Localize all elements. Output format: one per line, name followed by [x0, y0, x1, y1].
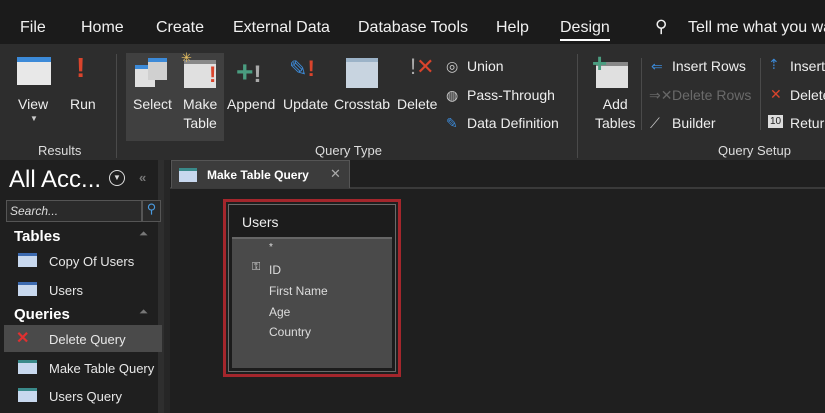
crosstab-icon [346, 58, 378, 88]
collapse-tables-icon[interactable]: ⏶ [139, 228, 148, 241]
nav-item-query[interactable]: Users Query [4, 382, 162, 409]
collapse-pane-icon[interactable]: « [139, 170, 146, 185]
field-id[interactable]: ID [269, 263, 281, 277]
menu-database-tools[interactable]: Database Tools [358, 19, 468, 37]
return-icon: 10 [768, 115, 784, 128]
nav-item-table[interactable]: Copy Of Users [4, 247, 162, 274]
tell-me-input[interactable]: Tell me what you wa [688, 19, 825, 37]
table-icon [18, 253, 37, 267]
insert-columns-icon: ⇡ [768, 56, 780, 72]
menu-home[interactable]: Home [81, 19, 124, 37]
delete-columns-icon: ✕ [770, 86, 782, 102]
update-button[interactable]: Update [283, 95, 328, 114]
nav-item-query-selected[interactable]: ✕ Delete Query [4, 325, 162, 352]
search-input[interactable]: Search... [6, 200, 142, 222]
field-all[interactable]: * [269, 242, 273, 253]
query-setup-group-label: Query Setup [718, 143, 791, 158]
tables-section-header[interactable]: Tables [14, 228, 60, 245]
select-button[interactable]: Select [133, 95, 172, 114]
data-definition-icon: ✎ [446, 115, 458, 131]
run-button[interactable]: Run [70, 95, 96, 114]
delete-rows-icon: ⇒✕ [649, 87, 673, 103]
delete-button[interactable]: Delete [397, 95, 437, 114]
table-icon [18, 282, 37, 296]
nav-menu-dropdown-icon[interactable]: ▼ [109, 170, 125, 186]
return-field[interactable]: Return [790, 115, 825, 131]
query-design-area: Make Table Query ✕ Users * ⚿ ID First Na… [170, 160, 825, 413]
ribbon: View ▼ ! Run Results Select ✳ ! Make Tabl… [0, 44, 825, 160]
add-tables-button[interactable]: Add Tables [595, 95, 635, 133]
field-list-title: Users [242, 214, 279, 230]
users-field-list[interactable]: Users * ⚿ ID First Name Age Country [223, 199, 401, 377]
insert-columns-button[interactable]: Insert [790, 58, 825, 74]
field-list-body: * ⚿ ID First Name Age Country [232, 237, 392, 368]
nav-item-query[interactable]: Make Table Query [4, 354, 162, 381]
union-button[interactable]: Union [467, 58, 504, 74]
view-table-icon [17, 57, 51, 85]
chevron-down-icon: ▼ [30, 114, 38, 123]
menu-file[interactable]: File [20, 19, 46, 37]
query-type-group-label: Query Type [315, 143, 382, 158]
menu-design[interactable]: Design [560, 19, 610, 41]
query-icon [18, 388, 37, 402]
insert-rows-icon: ⇐ [651, 58, 663, 74]
menu-bar: File Home Create External Data Database … [0, 0, 825, 44]
insert-rows-button[interactable]: Insert Rows [672, 58, 746, 74]
globe-icon: ◍ [446, 87, 459, 103]
collapse-queries-icon[interactable]: ⏶ [139, 306, 148, 319]
delete-rows-button[interactable]: Delete Rows [672, 87, 751, 103]
close-tab-icon[interactable]: ✕ [330, 166, 341, 182]
query-icon [179, 168, 197, 182]
crosstab-button[interactable]: Crosstab [334, 95, 390, 114]
field-age[interactable]: Age [269, 305, 290, 319]
make-table-button[interactable]: Make Table [183, 95, 217, 133]
nav-title[interactable]: All Acc... [9, 166, 101, 194]
run-icon: ! [76, 52, 86, 83]
navigation-pane: All Acc... ▼ « Search... ⚲ Tables ⏶ Copy… [0, 160, 164, 413]
query-icon [18, 360, 37, 374]
tab-make-table-query[interactable]: Make Table Query ✕ [171, 160, 350, 188]
builder-icon: ⟋ [650, 115, 660, 131]
append-icon: +! [236, 56, 262, 89]
nav-item-table[interactable]: Users [4, 276, 162, 303]
delete-columns-button[interactable]: Delete [790, 87, 825, 103]
results-group-label: Results [38, 143, 82, 158]
union-icon: ◎ [446, 58, 459, 74]
pass-through-button[interactable]: Pass-Through [467, 87, 555, 103]
field-first-name[interactable]: First Name [269, 284, 328, 298]
view-button[interactable]: View [18, 95, 48, 114]
field-country[interactable]: Country [269, 325, 311, 339]
menu-create[interactable]: Create [156, 19, 204, 37]
data-definition-button[interactable]: Data Definition [467, 115, 559, 131]
delete-query-icon: !✕ [410, 54, 435, 79]
search-icon: ⚲ [655, 17, 668, 36]
search-icon[interactable]: ⚲ [142, 200, 161, 222]
queries-section-header[interactable]: Queries [14, 306, 70, 323]
primary-key-icon: ⚿ [252, 261, 261, 273]
tab-label: Make Table Query [207, 168, 309, 182]
append-button[interactable]: Append [227, 95, 275, 114]
menu-external-data[interactable]: External Data [233, 19, 330, 37]
builder-button[interactable]: Builder [672, 115, 716, 131]
update-icon: ✎! [289, 56, 315, 81]
menu-help[interactable]: Help [496, 19, 529, 37]
delete-query-icon: ✕ [16, 330, 30, 347]
